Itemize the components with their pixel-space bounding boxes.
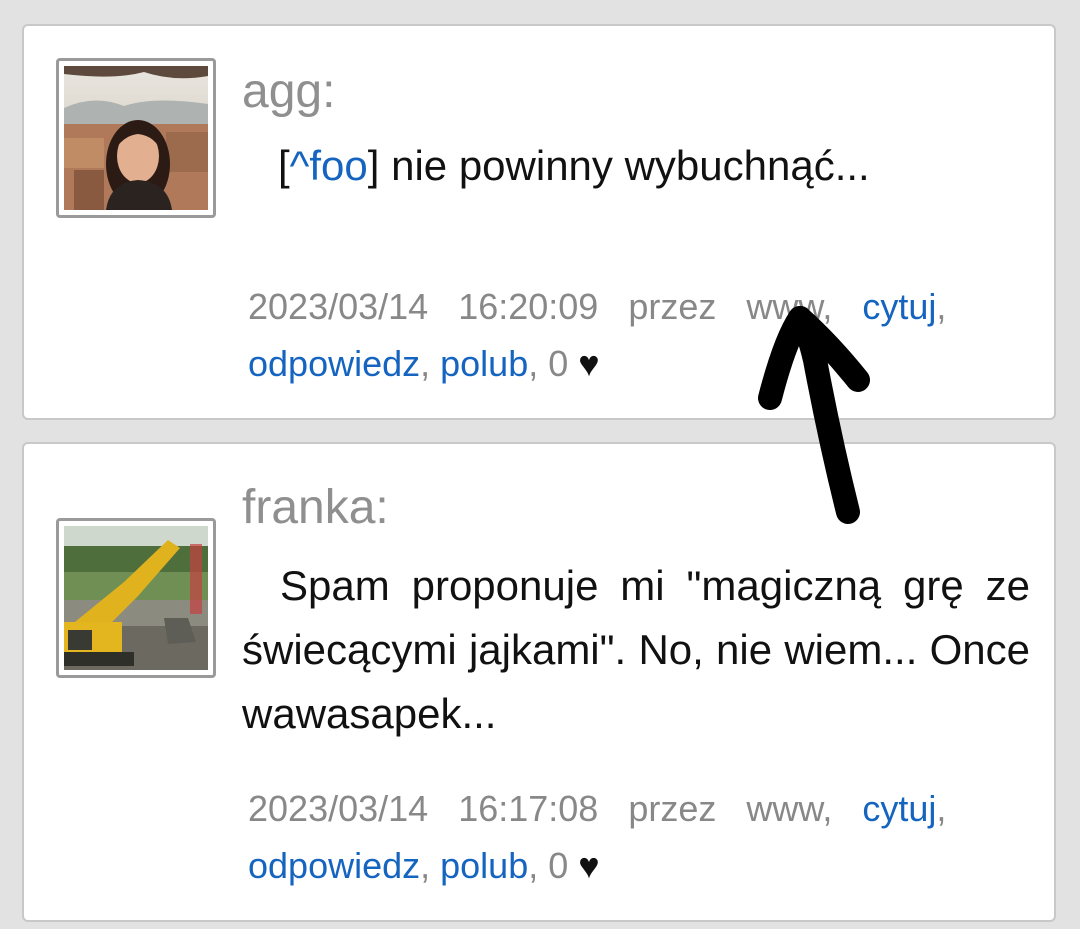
heart-icon: ♥ [578,343,600,384]
comment-date: 2023/03/14 [248,286,429,327]
like-link[interactable]: polub [440,343,528,384]
footnote-link[interactable]: ^foo [290,142,368,189]
avatar-photo-woman [64,66,208,210]
comment-card: agg: [^foo] nie powinny wybuchnąć... 202… [22,24,1056,420]
comment-time: 16:20:09 [458,286,599,327]
comment-author[interactable]: franka: [242,484,389,532]
comment-date: 2023/03/14 [248,788,429,829]
reply-link[interactable]: odpowiedz [248,845,420,886]
comment-body: [^foo] nie powinny wybuchnąć... [242,134,1030,198]
comment-meta: 2023/03/14 16:20:09 przez www, cytuj, odpowi… [248,286,947,384]
like-count: 0 [548,343,569,384]
comment-meta: 2023/03/14 16:17:08 przez www, cytuj, odpowi… [248,788,947,886]
like-count: 0 [548,845,569,886]
like-link[interactable]: polub [440,845,528,886]
avatar[interactable] [56,518,216,678]
reply-link[interactable]: odpowiedz [248,343,420,384]
avatar[interactable] [56,58,216,218]
via-www: www, [746,788,833,829]
body-bracket-open: [ [278,142,290,189]
comment-card: franka: Spam proponuje mi "magiczną grę … [22,442,1056,922]
quote-link[interactable]: cytuj [862,788,936,829]
heart-icon: ♥ [578,845,600,886]
comment-author[interactable]: agg: [242,68,335,116]
body-text-rest: ] nie powinny wybuchnąć... [367,142,870,189]
via-label: przez [628,286,717,327]
comment-body: Spam proponuje mi "magiczną grę ze świec… [242,562,1030,737]
via-www: www, [746,286,833,327]
quote-link[interactable]: cytuj [862,286,936,327]
comment-time: 16:17:08 [458,788,599,829]
avatar-photo-excavator [64,526,208,670]
via-label: przez [628,788,717,829]
